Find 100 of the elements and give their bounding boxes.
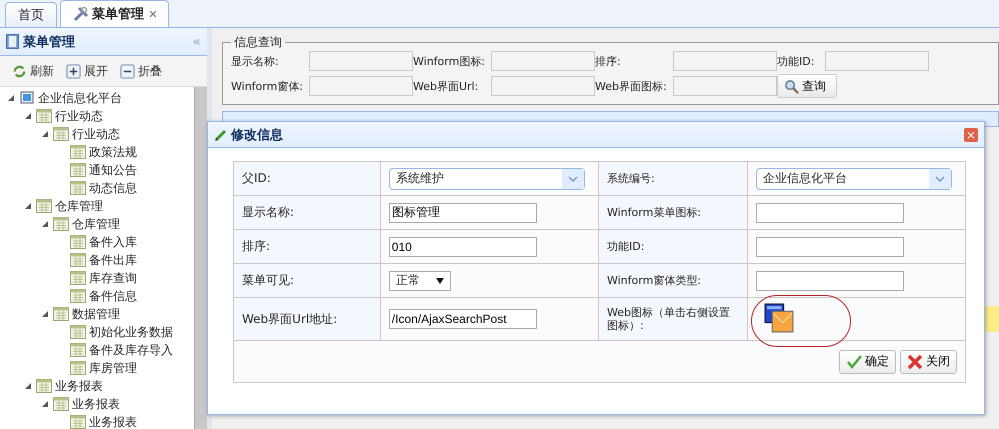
plus-icon bbox=[66, 64, 81, 78]
tree-item[interactable]: 行业动态 bbox=[55, 108, 103, 124]
tree-item[interactable]: 库房管理 bbox=[89, 360, 137, 376]
form-label: 系统编号: bbox=[598, 162, 748, 196]
tree-item[interactable]: 初始化业务数据 bbox=[89, 324, 173, 340]
form-label: 父ID: bbox=[234, 162, 380, 196]
tree-item[interactable]: 业务报表 bbox=[72, 396, 120, 412]
close-button[interactable]: × bbox=[964, 128, 978, 142]
table-icon bbox=[70, 181, 86, 195]
input-field[interactable] bbox=[309, 76, 413, 96]
expand-arrow-icon[interactable] bbox=[42, 400, 50, 408]
panel-title: 菜单管理 bbox=[23, 34, 76, 50]
input-field[interactable] bbox=[673, 76, 777, 96]
expand-arrow-icon[interactable] bbox=[25, 382, 33, 390]
tree-item[interactable]: 行业动态 bbox=[72, 126, 120, 142]
input-field[interactable] bbox=[491, 51, 595, 71]
close-icon bbox=[907, 354, 923, 370]
field-label: 显示名称: bbox=[231, 54, 280, 68]
form-label: Winform菜单图标: bbox=[598, 196, 748, 230]
tree-item[interactable]: 备件入库 bbox=[89, 234, 137, 250]
input-field[interactable] bbox=[756, 236, 904, 256]
close-icon[interactable] bbox=[150, 11, 156, 17]
input-field[interactable] bbox=[673, 51, 777, 71]
table-icon bbox=[53, 307, 69, 321]
expand-arrow-icon[interactable] bbox=[8, 94, 16, 102]
tools-icon bbox=[73, 6, 89, 22]
table-icon bbox=[53, 217, 69, 231]
input-field[interactable]: 图标管理 bbox=[388, 202, 537, 222]
chevron-down-icon bbox=[562, 168, 584, 188]
expand-arrow-icon[interactable] bbox=[25, 202, 33, 210]
expand-arrow-icon[interactable] bbox=[42, 220, 50, 228]
field-label: Winform窗体: bbox=[231, 78, 304, 94]
table-icon bbox=[70, 253, 86, 267]
caret-icon bbox=[436, 278, 444, 284]
input-field[interactable] bbox=[309, 51, 413, 71]
mail-icon[interactable] bbox=[764, 303, 795, 334]
field-label: 功能ID: bbox=[777, 54, 816, 68]
combo-box[interactable]: 企业信息化平台 bbox=[756, 168, 952, 190]
expand-arrow-icon[interactable] bbox=[25, 112, 33, 120]
table-icon bbox=[70, 289, 86, 303]
dialog-button[interactable]: 确定 bbox=[839, 350, 896, 374]
tree-item[interactable]: 仓库管理 bbox=[55, 198, 103, 214]
field-label: 排序: bbox=[595, 54, 622, 68]
table-icon bbox=[36, 109, 52, 123]
tab[interactable]: 菜单管理 bbox=[60, 0, 169, 27]
tab-label: 菜单管理 bbox=[92, 6, 144, 23]
dropdown[interactable]: 正常 bbox=[388, 270, 451, 290]
table-icon bbox=[36, 199, 52, 213]
table-icon bbox=[70, 361, 86, 375]
form-label: 菜单可见: bbox=[234, 264, 380, 298]
input-field[interactable] bbox=[756, 202, 904, 222]
tree-item[interactable]: 企业信息化平台 bbox=[38, 90, 122, 106]
tree-item[interactable]: 库存查询 bbox=[89, 270, 137, 286]
field-label: Winform图标: bbox=[413, 54, 486, 68]
input-field[interactable]: 010 bbox=[388, 236, 537, 256]
scrollbar[interactable] bbox=[194, 87, 207, 429]
expand-arrow-icon[interactable] bbox=[42, 310, 50, 318]
tree-item[interactable]: 备件出库 bbox=[89, 252, 137, 268]
tree-item[interactable]: 仓库管理 bbox=[72, 216, 120, 232]
toolbar-button[interactable]: 刷新 bbox=[8, 62, 58, 80]
form-label: 功能ID: bbox=[598, 230, 748, 264]
tree-item[interactable]: 业务报表 bbox=[55, 378, 103, 394]
tree-item[interactable]: 通知公告 bbox=[89, 162, 137, 178]
table-icon bbox=[70, 163, 86, 177]
table-icon bbox=[70, 415, 86, 429]
combo-box[interactable]: 系统维护 bbox=[388, 168, 585, 190]
refresh-icon bbox=[12, 64, 27, 78]
check-icon bbox=[846, 354, 862, 370]
tab[interactable]: 首页 bbox=[5, 2, 57, 27]
input-field[interactable]: /Icon/AjaxSearchPost bbox=[388, 309, 537, 329]
table-icon bbox=[36, 379, 52, 393]
tree-item[interactable]: 备件信息 bbox=[89, 288, 137, 304]
field-label: Web界面图标: bbox=[595, 78, 668, 94]
search-button[interactable]: 查询 bbox=[777, 74, 837, 98]
monitor-icon bbox=[19, 91, 35, 105]
expand-arrow-icon[interactable] bbox=[42, 130, 50, 138]
form-label: 排序: bbox=[234, 230, 380, 264]
table-icon bbox=[53, 397, 69, 411]
toolbar-button[interactable]: 折叠 bbox=[116, 62, 166, 80]
dialog-title: 修改信息 bbox=[231, 126, 284, 144]
input-field[interactable] bbox=[491, 76, 595, 96]
table-icon bbox=[70, 325, 86, 339]
tree-item[interactable]: 动态信息 bbox=[89, 180, 137, 196]
tree-item[interactable]: 业务报表 bbox=[89, 414, 137, 429]
table-icon bbox=[70, 343, 86, 357]
tree-item[interactable]: 备件及库存导入 bbox=[89, 342, 173, 358]
form-label: Winform窗体类型: bbox=[598, 264, 748, 298]
input-field[interactable] bbox=[825, 51, 929, 71]
table-icon bbox=[70, 235, 86, 249]
input-field[interactable] bbox=[756, 270, 904, 290]
form-label: Web图标（单击右侧设置图标）: bbox=[598, 298, 748, 340]
tree-item[interactable]: 政策法规 bbox=[89, 144, 137, 160]
toolbar-button[interactable]: 展开 bbox=[62, 62, 112, 80]
dialog-button[interactable]: 关闭 bbox=[900, 350, 957, 374]
search-icon bbox=[784, 78, 799, 94]
chevron-down-icon bbox=[928, 168, 951, 188]
tree-item[interactable]: 数据管理 bbox=[72, 306, 120, 322]
table-icon bbox=[70, 145, 86, 159]
table-icon bbox=[53, 127, 69, 141]
pencil-icon bbox=[214, 128, 228, 142]
